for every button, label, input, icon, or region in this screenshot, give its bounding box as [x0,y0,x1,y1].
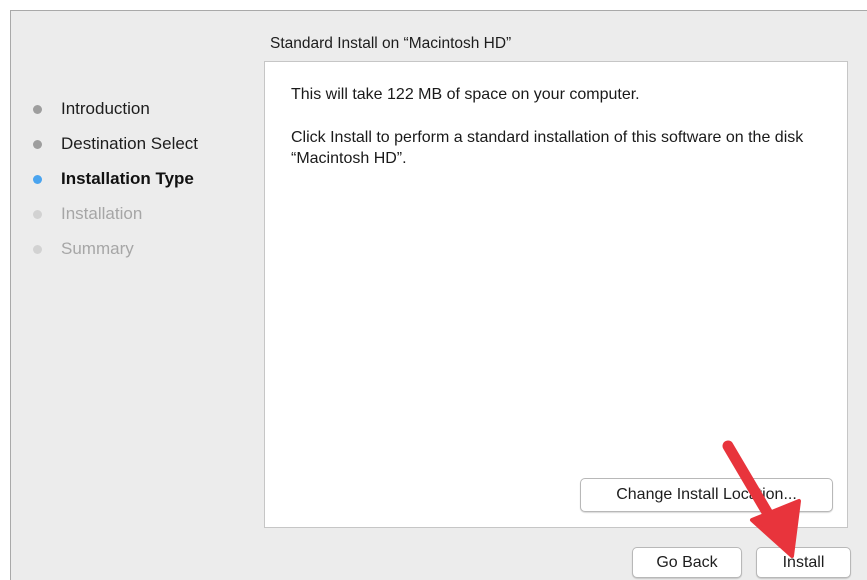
step-installation: Installation [11,196,251,231]
go-back-button[interactable]: Go Back [632,547,742,578]
step-destination-select: Destination Select [11,126,251,161]
step-label: Introduction [61,98,150,118]
step-dot-icon [33,244,42,254]
installer-steps-sidebar: Introduction Destination Select Installa… [11,91,251,266]
step-dot-icon [33,174,42,184]
step-installation-type: Installation Type [11,161,251,196]
change-install-location-button[interactable]: Change Install Location... [580,478,833,512]
step-summary: Summary [11,231,251,266]
step-introduction: Introduction [11,91,251,126]
install-instruction-text: Click Install to perform a standard inst… [291,129,804,167]
step-dot-icon [33,209,42,219]
step-label: Summary [61,238,134,258]
step-label: Destination Select [61,133,199,153]
step-label: Installation [61,203,143,223]
space-required-text: This will take 122 MB of space on your c… [291,86,640,103]
step-label: Installation Type [61,168,194,188]
step-dot-icon [33,139,42,149]
content-panel: This will take 122 MB of space on your c… [264,61,848,528]
step-dot-icon [33,104,42,114]
install-button[interactable]: Install [756,547,851,578]
pane-title: Standard Install on “Macintosh HD” [270,35,512,52]
installer-window: Standard Install on “Macintosh HD” Intro… [10,10,867,580]
